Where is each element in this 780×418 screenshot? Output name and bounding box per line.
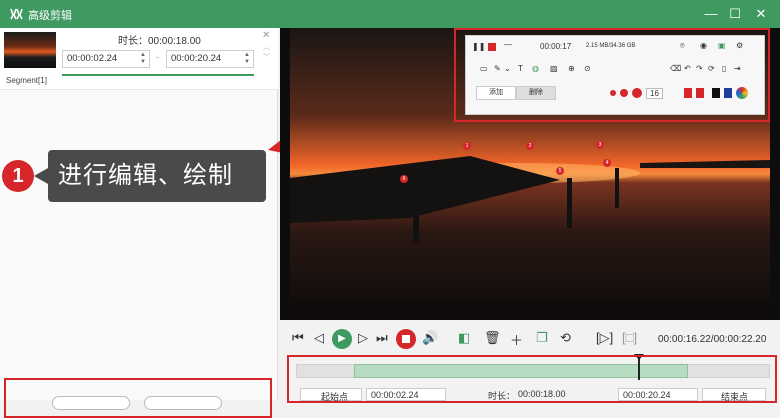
playback-controls: ⏮ ◁ ▶ ▷ ⏭ 🔊 ◧ 🗑 ＋ ❐ ⟲ [▷] [□] 00:00:16.2…	[280, 320, 780, 360]
minimize-button[interactable]: —	[700, 4, 722, 24]
segment-label: Segment[1]	[6, 76, 47, 85]
timeline-highlight	[287, 355, 777, 403]
maximize-button[interactable]: ☐	[724, 4, 746, 24]
play-icon[interactable]: ▶	[332, 329, 352, 349]
end-time-input[interactable]: 00:00:20.24 ▲ ▼	[166, 50, 254, 68]
duration-label: 时长：	[118, 36, 148, 47]
remove-segment-icon[interactable]: ✕	[262, 30, 270, 41]
jump-end-icon[interactable]: ⏭	[376, 330, 388, 346]
segment-card[interactable]: 时长：00:00:18.00 00:00:02.24 ▲ ▼ - 00:00:20…	[0, 28, 278, 90]
duration-value: 00:00:18.00	[148, 36, 201, 47]
volume-icon[interactable]: 🔊	[422, 330, 438, 346]
bottom-button-2[interactable]	[144, 396, 222, 410]
start-time-input[interactable]: 00:00:02.24 ▲ ▼	[62, 50, 150, 68]
marker-5[interactable]: 5	[556, 167, 564, 175]
marker-3[interactable]: 3	[596, 141, 604, 149]
title-bar: 高级剪辑 — ☐ ✕	[0, 0, 780, 28]
marker-1[interactable]: 1	[463, 142, 471, 150]
spin-arrows-icon[interactable]: ▲ ▼	[140, 52, 146, 66]
toolbar-highlight	[454, 28, 770, 122]
callout-pointer	[34, 168, 48, 184]
spin-arrows-icon[interactable]: ▲ ▼	[244, 52, 250, 66]
time-separator: -	[156, 52, 159, 62]
step-back-icon[interactable]: ◁	[314, 330, 324, 346]
start-time-value: 00:00:02.24	[67, 53, 118, 64]
bottom-button-1[interactable]	[52, 396, 130, 410]
trash-icon[interactable]: 🗑	[484, 330, 501, 346]
chevron-up-icon[interactable]: ︿	[263, 42, 270, 52]
end-time-value: 00:00:20.24	[171, 53, 222, 64]
current-time: 00:00:16.22/00:00:22.20	[658, 334, 767, 345]
bottom-buttons-highlight	[4, 378, 272, 418]
stop-icon[interactable]	[396, 329, 416, 349]
chevron-down-icon[interactable]: ﹀	[263, 52, 270, 62]
close-button[interactable]: ✕	[750, 4, 772, 24]
callout-text: 进行编辑、绘制	[48, 150, 266, 202]
segment-thumbnail	[4, 32, 56, 68]
marker-4[interactable]: 4	[603, 159, 611, 167]
copy-icon[interactable]: ❐	[536, 330, 548, 346]
reset-icon[interactable]: ⟲	[560, 330, 571, 346]
app-logo-icon	[10, 8, 23, 20]
segment-duration: 时长：00:00:18.00	[118, 32, 201, 47]
segment-panel: 时长：00:00:18.00 00:00:02.24 ▲ ▼ - 00:00:20…	[0, 28, 278, 400]
jump-start-icon[interactable]: ⏮	[292, 330, 304, 346]
add-icon[interactable]: ＋	[510, 330, 523, 349]
marker-6[interactable]: 6	[400, 175, 408, 183]
mark-in-icon[interactable]: [▷]	[596, 330, 613, 346]
segment-progress-bar	[62, 74, 254, 76]
mark-out-icon[interactable]: [□]	[622, 330, 637, 345]
callout-number: 1	[2, 160, 34, 192]
window-title: 高级剪辑	[28, 10, 72, 22]
step-forward-icon[interactable]: ▷	[358, 330, 368, 346]
split-icon[interactable]: ◧	[458, 330, 470, 346]
marker-2[interactable]: 2	[526, 142, 534, 150]
